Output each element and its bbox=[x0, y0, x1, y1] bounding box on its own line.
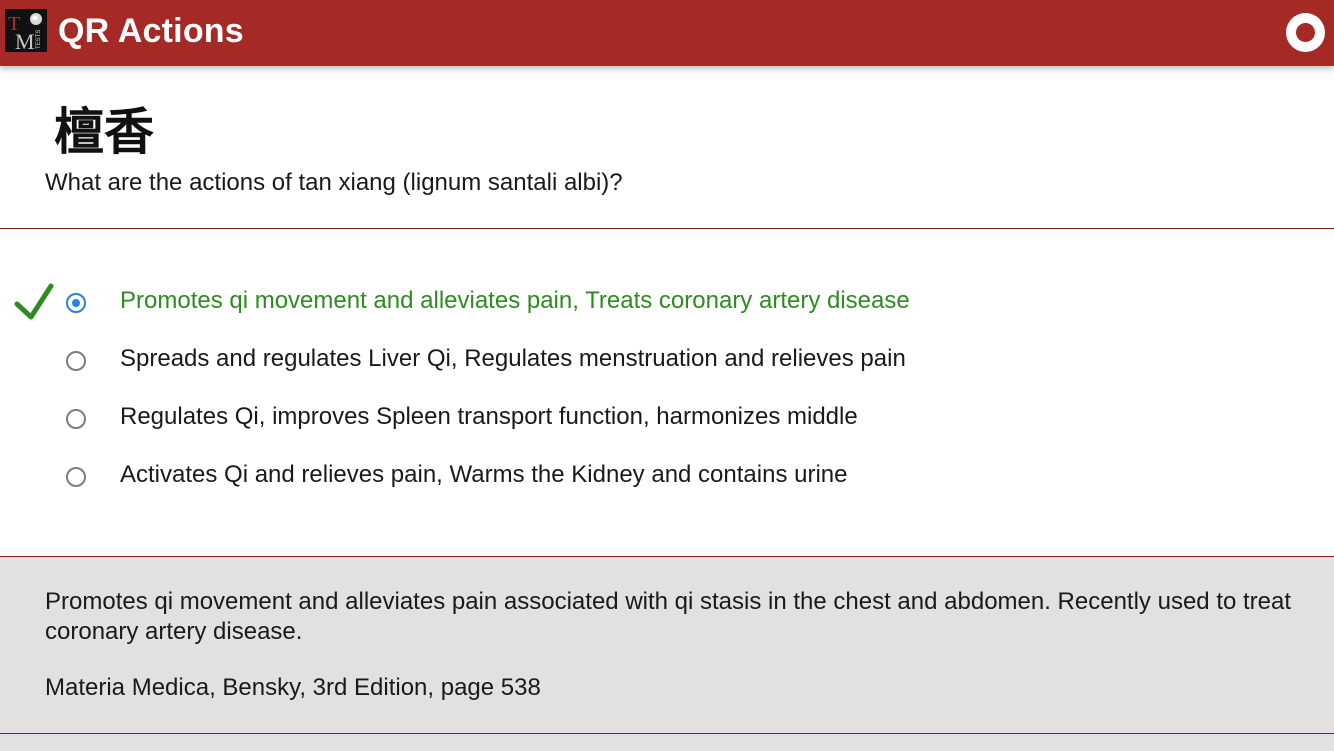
app-header: T M TESTS QR Actions bbox=[0, 0, 1334, 66]
answer-label: Activates Qi and relieves pain, Warms th… bbox=[120, 461, 848, 488]
radio-button[interactable] bbox=[66, 293, 86, 313]
answer-label: Regulates Qi, improves Spleen transport … bbox=[120, 403, 858, 430]
question-divider bbox=[0, 228, 1334, 229]
svg-text:TESTS: TESTS bbox=[36, 30, 42, 49]
answer-option-4[interactable]: Activates Qi and relieves pain, Warms th… bbox=[0, 454, 1334, 500]
answer-option-2[interactable]: Spreads and regulates Liver Qi, Regulate… bbox=[0, 338, 1334, 384]
radio-button[interactable] bbox=[66, 351, 86, 371]
radio-button[interactable] bbox=[66, 409, 86, 429]
herb-chinese-name: 檀香 bbox=[54, 103, 154, 161]
explanation-text: Promotes qi movement and alleviates pain… bbox=[45, 588, 1292, 645]
explanation-panel: Promotes qi movement and alleviates pain… bbox=[0, 557, 1334, 751]
answer-label: Spreads and regulates Liver Qi, Regulate… bbox=[120, 345, 906, 372]
bottom-divider bbox=[0, 733, 1334, 734]
svg-text:M: M bbox=[15, 29, 35, 52]
answer-option-3[interactable]: Regulates Qi, improves Spleen transport … bbox=[0, 396, 1334, 442]
answer-option-1[interactable]: Promotes qi movement and alleviates pain… bbox=[0, 280, 1334, 326]
question-prompt: What are the actions of tan xiang (lignu… bbox=[45, 169, 623, 196]
app-title: QR Actions bbox=[58, 12, 244, 50]
source-citation: Materia Medica, Bensky, 3rd Edition, pag… bbox=[45, 674, 541, 701]
tcm-logo-icon: T M TESTS bbox=[5, 9, 47, 52]
radio-button[interactable] bbox=[66, 467, 86, 487]
record-icon bbox=[1296, 23, 1315, 42]
correct-check-icon bbox=[14, 283, 54, 320]
answer-label: Promotes qi movement and alleviates pain… bbox=[120, 287, 910, 314]
record-button[interactable] bbox=[1286, 13, 1325, 52]
